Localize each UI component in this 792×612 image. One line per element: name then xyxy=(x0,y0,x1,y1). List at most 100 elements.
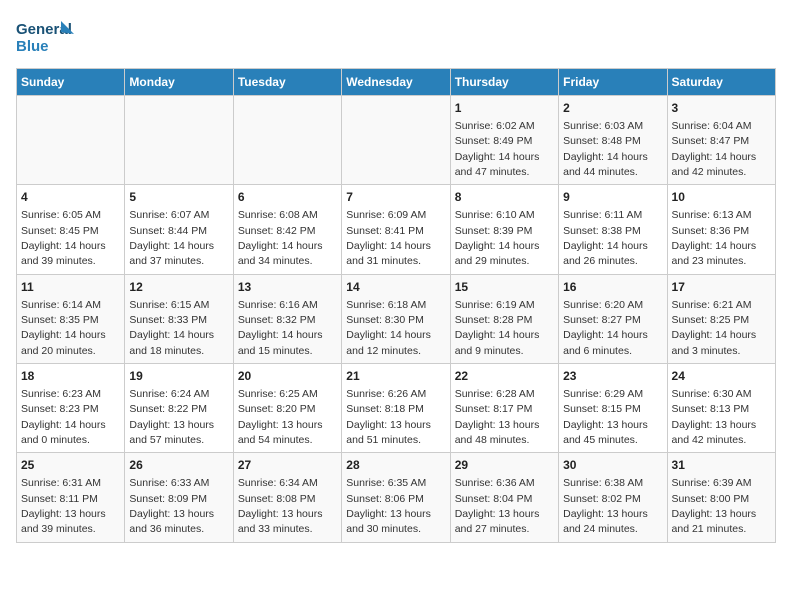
day-number: 29 xyxy=(455,457,554,474)
calendar-cell: 28 Sunrise: 6:35 AM Sunset: 8:06 PM Dayli… xyxy=(342,453,450,542)
day-detail: Sunrise: 6:15 AM Sunset: 8:33 PM Dayligh… xyxy=(129,299,214,357)
day-detail: Sunrise: 6:08 AM Sunset: 8:42 PM Dayligh… xyxy=(238,209,323,267)
day-detail: Sunrise: 6:23 AM Sunset: 8:23 PM Dayligh… xyxy=(21,388,106,446)
header-cell-tuesday: Tuesday xyxy=(233,69,341,96)
calendar-table: SundayMondayTuesdayWednesdayThursdayFrid… xyxy=(16,68,776,543)
day-number: 24 xyxy=(672,368,771,385)
calendar-cell: 11 Sunrise: 6:14 AM Sunset: 8:35 PM Dayli… xyxy=(17,274,125,363)
calendar-cell: 27 Sunrise: 6:34 AM Sunset: 8:08 PM Dayli… xyxy=(233,453,341,542)
day-detail: Sunrise: 6:20 AM Sunset: 8:27 PM Dayligh… xyxy=(563,299,648,357)
calendar-cell: 3Sunrise: 6:04 AM Sunset: 8:47 PM Daylig… xyxy=(667,96,775,185)
day-detail: Sunrise: 6:36 AM Sunset: 8:04 PM Dayligh… xyxy=(455,477,540,535)
calendar-cell: 7 Sunrise: 6:09 AM Sunset: 8:41 PM Daylig… xyxy=(342,185,450,274)
day-number: 16 xyxy=(563,279,662,296)
calendar-cell: 13 Sunrise: 6:16 AM Sunset: 8:32 PM Dayli… xyxy=(233,274,341,363)
day-number: 19 xyxy=(129,368,228,385)
day-number: 10 xyxy=(672,189,771,206)
day-number: 15 xyxy=(455,279,554,296)
calendar-cell: 14 Sunrise: 6:18 AM Sunset: 8:30 PM Dayli… xyxy=(342,274,450,363)
calendar-cell xyxy=(125,96,233,185)
day-detail: Sunrise: 6:13 AM Sunset: 8:36 PM Dayligh… xyxy=(672,209,757,267)
calendar-cell: 6 Sunrise: 6:08 AM Sunset: 8:42 PM Daylig… xyxy=(233,185,341,274)
day-detail: Sunrise: 6:38 AM Sunset: 8:02 PM Dayligh… xyxy=(563,477,648,535)
day-detail: Sunrise: 6:14 AM Sunset: 8:35 PM Dayligh… xyxy=(21,299,106,357)
logo: GeneralBlue xyxy=(16,16,76,56)
day-detail: Sunrise: 6:31 AM Sunset: 8:11 PM Dayligh… xyxy=(21,477,106,535)
day-number: 6 xyxy=(238,189,337,206)
day-number: 14 xyxy=(346,279,445,296)
day-number: 7 xyxy=(346,189,445,206)
day-detail: Sunrise: 6:33 AM Sunset: 8:09 PM Dayligh… xyxy=(129,477,214,535)
header-cell-saturday: Saturday xyxy=(667,69,775,96)
day-number: 2 xyxy=(563,100,662,117)
day-number: 21 xyxy=(346,368,445,385)
calendar-cell xyxy=(17,96,125,185)
day-detail: Sunrise: 6:16 AM Sunset: 8:32 PM Dayligh… xyxy=(238,299,323,357)
day-detail: Sunrise: 6:28 AM Sunset: 8:17 PM Dayligh… xyxy=(455,388,540,446)
day-detail: Sunrise: 6:24 AM Sunset: 8:22 PM Dayligh… xyxy=(129,388,214,446)
day-number: 31 xyxy=(672,457,771,474)
day-detail: Sunrise: 6:39 AM Sunset: 8:00 PM Dayligh… xyxy=(672,477,757,535)
calendar-cell: 9Sunrise: 6:11 AM Sunset: 8:38 PM Daylig… xyxy=(559,185,667,274)
calendar-cell: 8Sunrise: 6:10 AM Sunset: 8:39 PM Daylig… xyxy=(450,185,558,274)
header-cell-friday: Friday xyxy=(559,69,667,96)
week-row-2: 11 Sunrise: 6:14 AM Sunset: 8:35 PM Dayli… xyxy=(17,274,776,363)
calendar-cell: 22Sunrise: 6:28 AM Sunset: 8:17 PM Dayli… xyxy=(450,364,558,453)
calendar-cell: 25Sunrise: 6:31 AM Sunset: 8:11 PM Dayli… xyxy=(17,453,125,542)
calendar-cell: 30 Sunrise: 6:38 AM Sunset: 8:02 PM Dayli… xyxy=(559,453,667,542)
calendar-cell: 17 Sunrise: 6:21 AM Sunset: 8:25 PM Dayli… xyxy=(667,274,775,363)
header-row: SundayMondayTuesdayWednesdayThursdayFrid… xyxy=(17,69,776,96)
page-header: GeneralBlue xyxy=(16,16,776,56)
day-number: 18 xyxy=(21,368,120,385)
day-number: 4 xyxy=(21,189,120,206)
day-detail: Sunrise: 6:26 AM Sunset: 8:18 PM Dayligh… xyxy=(346,388,431,446)
day-number: 26 xyxy=(129,457,228,474)
day-detail: Sunrise: 6:21 AM Sunset: 8:25 PM Dayligh… xyxy=(672,299,757,357)
day-detail: Sunrise: 6:35 AM Sunset: 8:06 PM Dayligh… xyxy=(346,477,431,535)
day-number: 12 xyxy=(129,279,228,296)
header-cell-monday: Monday xyxy=(125,69,233,96)
week-row-4: 25Sunrise: 6:31 AM Sunset: 8:11 PM Dayli… xyxy=(17,453,776,542)
day-number: 11 xyxy=(21,279,120,296)
day-number: 13 xyxy=(238,279,337,296)
day-detail: Sunrise: 6:04 AM Sunset: 8:47 PM Dayligh… xyxy=(672,120,757,178)
calendar-cell: 15 Sunrise: 6:19 AM Sunset: 8:28 PM Dayli… xyxy=(450,274,558,363)
day-detail: Sunrise: 6:29 AM Sunset: 8:15 PM Dayligh… xyxy=(563,388,648,446)
calendar-cell: 18 Sunrise: 6:23 AM Sunset: 8:23 PM Dayli… xyxy=(17,364,125,453)
calendar-cell: 2Sunrise: 6:03 AM Sunset: 8:48 PM Daylig… xyxy=(559,96,667,185)
day-number: 17 xyxy=(672,279,771,296)
day-number: 5 xyxy=(129,189,228,206)
calendar-cell: 26 Sunrise: 6:33 AM Sunset: 8:09 PM Dayli… xyxy=(125,453,233,542)
calendar-cell: 23 Sunrise: 6:29 AM Sunset: 8:15 PM Dayli… xyxy=(559,364,667,453)
day-number: 28 xyxy=(346,457,445,474)
day-detail: Sunrise: 6:09 AM Sunset: 8:41 PM Dayligh… xyxy=(346,209,431,267)
day-detail: Sunrise: 6:02 AM Sunset: 8:49 PM Dayligh… xyxy=(455,120,540,178)
header-cell-sunday: Sunday xyxy=(17,69,125,96)
calendar-cell: 31 Sunrise: 6:39 AM Sunset: 8:00 PM Dayli… xyxy=(667,453,775,542)
week-row-1: 4 Sunrise: 6:05 AM Sunset: 8:45 PM Daylig… xyxy=(17,185,776,274)
calendar-body: 1Sunrise: 6:02 AM Sunset: 8:49 PM Daylig… xyxy=(17,96,776,543)
day-number: 9 xyxy=(563,189,662,206)
calendar-header: SundayMondayTuesdayWednesdayThursdayFrid… xyxy=(17,69,776,96)
header-cell-wednesday: Wednesday xyxy=(342,69,450,96)
day-number: 23 xyxy=(563,368,662,385)
day-detail: Sunrise: 6:05 AM Sunset: 8:45 PM Dayligh… xyxy=(21,209,106,267)
day-number: 20 xyxy=(238,368,337,385)
day-detail: Sunrise: 6:19 AM Sunset: 8:28 PM Dayligh… xyxy=(455,299,540,357)
calendar-cell: 29 Sunrise: 6:36 AM Sunset: 8:04 PM Dayli… xyxy=(450,453,558,542)
week-row-0: 1Sunrise: 6:02 AM Sunset: 8:49 PM Daylig… xyxy=(17,96,776,185)
logo-svg: GeneralBlue xyxy=(16,16,76,56)
day-detail: Sunrise: 6:07 AM Sunset: 8:44 PM Dayligh… xyxy=(129,209,214,267)
day-detail: Sunrise: 6:10 AM Sunset: 8:39 PM Dayligh… xyxy=(455,209,540,267)
day-detail: Sunrise: 6:18 AM Sunset: 8:30 PM Dayligh… xyxy=(346,299,431,357)
calendar-cell: 20Sunrise: 6:25 AM Sunset: 8:20 PM Dayli… xyxy=(233,364,341,453)
calendar-cell: 4 Sunrise: 6:05 AM Sunset: 8:45 PM Daylig… xyxy=(17,185,125,274)
day-number: 27 xyxy=(238,457,337,474)
week-row-3: 18 Sunrise: 6:23 AM Sunset: 8:23 PM Dayli… xyxy=(17,364,776,453)
day-number: 30 xyxy=(563,457,662,474)
calendar-cell: 10 Sunrise: 6:13 AM Sunset: 8:36 PM Dayli… xyxy=(667,185,775,274)
day-detail: Sunrise: 6:34 AM Sunset: 8:08 PM Dayligh… xyxy=(238,477,323,535)
header-cell-thursday: Thursday xyxy=(450,69,558,96)
day-detail: Sunrise: 6:30 AM Sunset: 8:13 PM Dayligh… xyxy=(672,388,757,446)
svg-text:Blue: Blue xyxy=(16,38,49,55)
